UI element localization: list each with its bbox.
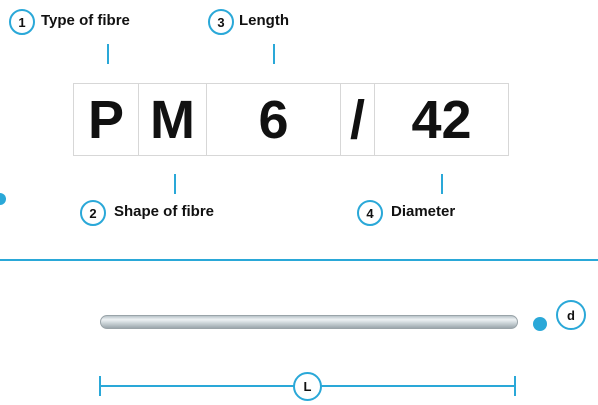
length-l-badge: L bbox=[293, 372, 322, 401]
callout-4-tick bbox=[441, 174, 443, 194]
callout-1-tick bbox=[107, 44, 109, 64]
shape-of-fibre-label: Shape of fibre bbox=[114, 203, 215, 220]
code-cell-length: 6 bbox=[206, 83, 341, 156]
diameter-label: Diameter bbox=[391, 203, 456, 220]
code-cell-type: P bbox=[73, 83, 139, 156]
callout-2-badge: 2 bbox=[80, 200, 106, 226]
code-cell-diameter: 42 bbox=[374, 83, 509, 156]
diameter-d-badge: d bbox=[556, 300, 586, 330]
callout-4-badge: 4 bbox=[357, 200, 383, 226]
callout-3-tick bbox=[273, 44, 275, 64]
section-divider bbox=[0, 259, 598, 261]
type-of-fibre-label: Type of fibre bbox=[41, 12, 130, 29]
length-line-right-cap bbox=[514, 376, 516, 396]
diameter-dot bbox=[533, 317, 547, 331]
code-cell-separator: / bbox=[340, 83, 375, 156]
code-cell-shape: M bbox=[138, 83, 207, 156]
callout-2-tick bbox=[174, 174, 176, 194]
side-marker-dot bbox=[0, 193, 6, 205]
steel-fibre-rod bbox=[100, 315, 518, 329]
length-label: Length bbox=[239, 12, 289, 29]
callout-1-badge: 1 bbox=[9, 9, 35, 35]
callout-3-badge: 3 bbox=[208, 9, 234, 35]
